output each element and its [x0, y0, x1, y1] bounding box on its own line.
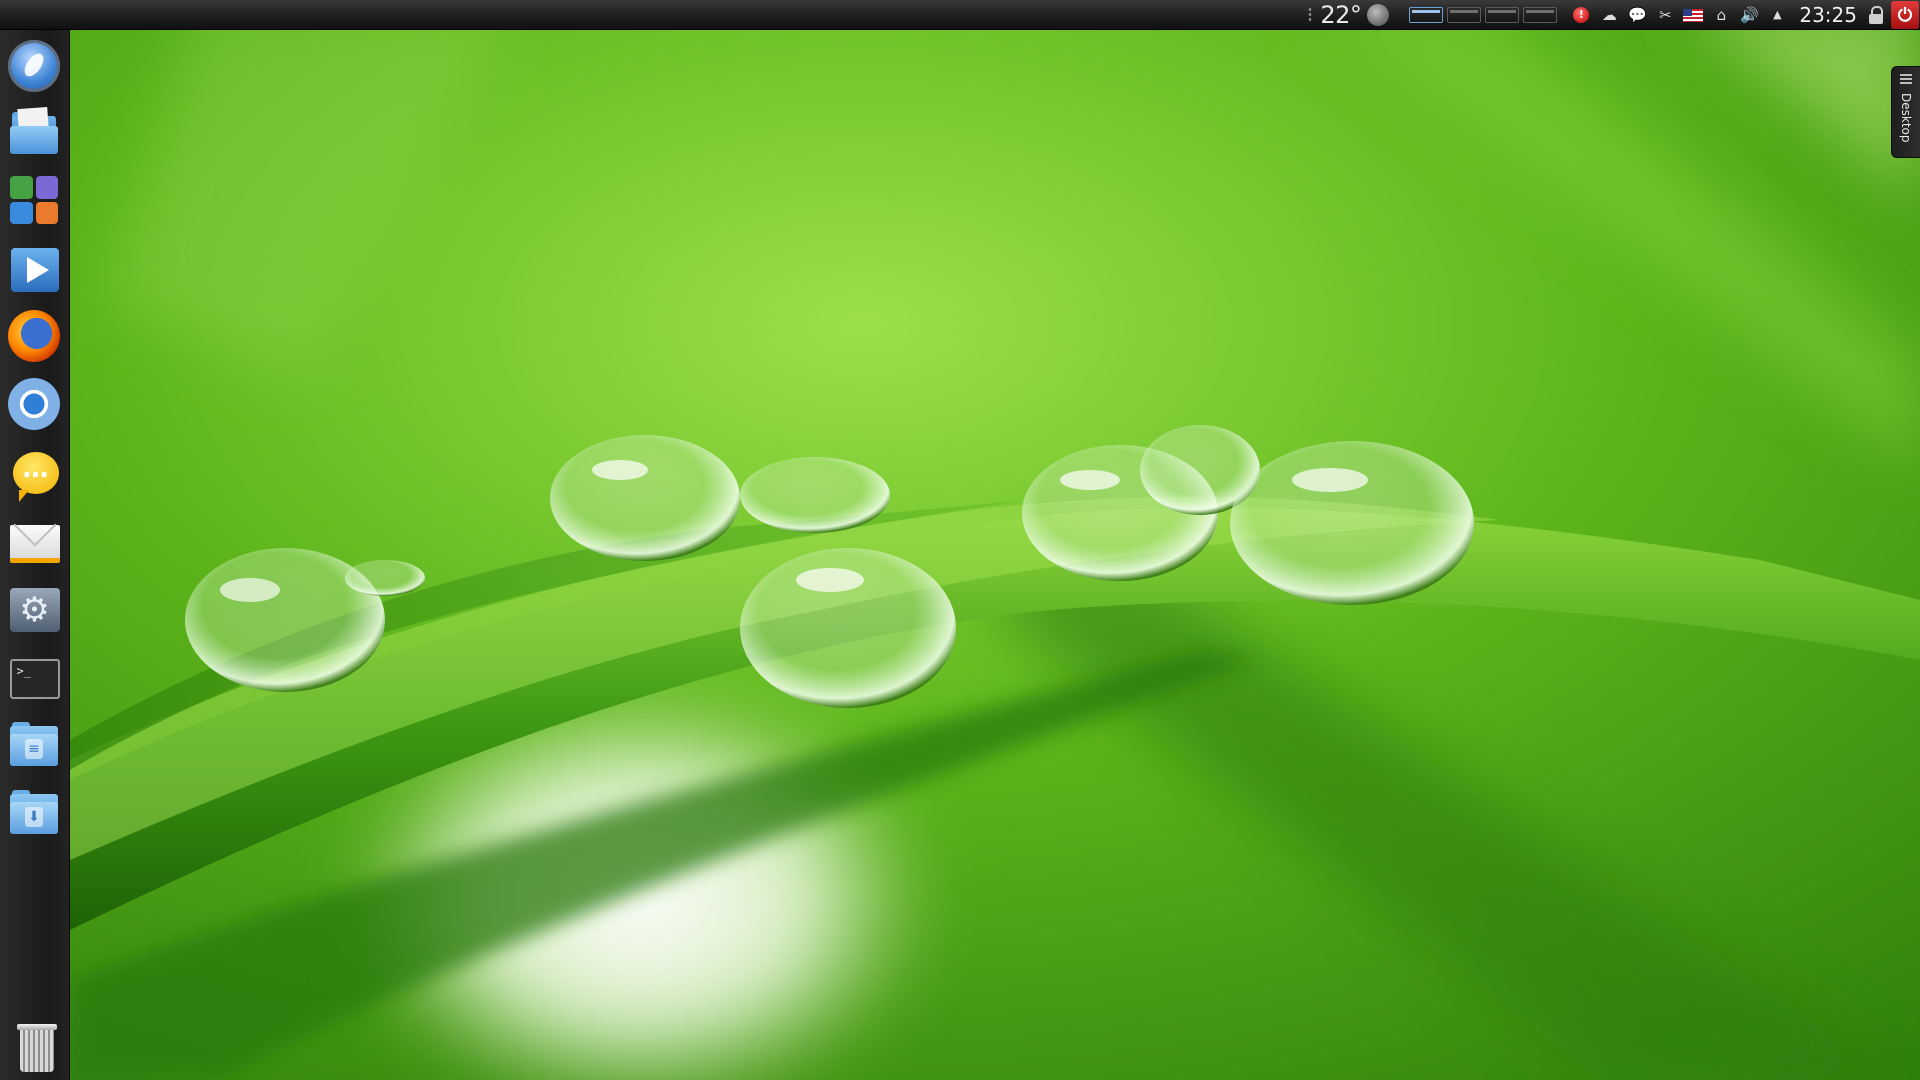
alert-icon[interactable]: !: [1571, 5, 1591, 25]
firefox-icon: [8, 310, 60, 362]
toolbox-menu-icon: [1900, 74, 1912, 84]
documents-folder-icon: ≡: [8, 718, 60, 770]
power-icon: ⏻: [1897, 4, 1913, 26]
documents-folder-launcher[interactable]: ≡: [6, 716, 62, 772]
power-button[interactable]: ⏻: [1891, 1, 1919, 29]
firefox-launcher[interactable]: [6, 308, 62, 364]
top-panel: 22° ! ☁ 💬 ✂ ⌂ 🔊 ▲ 23:25 ⏻: [0, 0, 1920, 30]
desktop-toolbox[interactable]: Desktop: [1891, 66, 1920, 158]
file-manager-icon: [8, 106, 60, 158]
system-settings-launcher[interactable]: [6, 580, 62, 636]
clock[interactable]: 23:25: [1799, 0, 1857, 30]
system-tray: ! ☁ 💬 ✂ ⌂ 🔊 ▲: [1571, 5, 1787, 25]
system-settings-icon: [9, 588, 60, 632]
moon-icon[interactable]: [1367, 4, 1390, 26]
weather-temperature[interactable]: 22°: [1320, 0, 1362, 30]
trash-icon: [17, 1023, 57, 1072]
us-flag-icon[interactable]: [1683, 5, 1704, 25]
kde-menu-icon: [8, 40, 60, 92]
lock-screen-icon[interactable]: [1867, 5, 1885, 25]
toolbox-label: Desktop: [1899, 93, 1913, 143]
volume-icon[interactable]: 🔊: [1739, 5, 1759, 25]
desktop-pager: [1409, 7, 1558, 23]
terminal-launcher[interactable]: [6, 648, 62, 704]
pager-desktop-2[interactable]: [1447, 7, 1482, 23]
trash-launcher[interactable]: [6, 1018, 62, 1074]
scissors-icon[interactable]: ✂: [1655, 5, 1675, 25]
cloud-icon[interactable]: ☁: [1599, 5, 1619, 25]
file-manager-launcher[interactable]: [6, 104, 62, 160]
pager-desktop-4[interactable]: [1523, 7, 1558, 23]
chromium-icon: [8, 378, 60, 430]
wallpaper: [0, 0, 1920, 1080]
downloads-folder-launcher[interactable]: ⬇: [6, 784, 62, 840]
chromium-launcher[interactable]: [6, 376, 62, 432]
downloads-folder-icon: ⬇: [8, 786, 60, 838]
network-icon[interactable]: ⌂: [1711, 5, 1731, 25]
terminal-icon: [9, 659, 60, 699]
mail-icon: [9, 524, 60, 563]
office-suite-icon: [8, 174, 60, 226]
desktop[interactable]: 22° ! ☁ 💬 ✂ ⌂ 🔊 ▲ 23:25 ⏻ … ⚙ >_ ≡ ⬇ Des…: [0, 0, 1920, 1080]
panel-grip-handle[interactable]: [1308, 7, 1313, 23]
chat-icon[interactable]: 💬: [1627, 5, 1647, 25]
office-suite-launcher[interactable]: [6, 172, 62, 228]
messenger-icon: [12, 452, 59, 502]
media-player-icon: [11, 248, 59, 292]
kde-menu-launcher[interactable]: [6, 38, 62, 94]
panel-right-section: 22° ! ☁ 💬 ✂ ⌂ 🔊 ▲ 23:25 ⏻: [1308, 0, 1920, 30]
pager-desktop-1[interactable]: [1409, 7, 1444, 23]
left-dock: ≡ ⬇: [0, 30, 70, 1080]
media-player-launcher[interactable]: [6, 240, 62, 296]
pager-desktop-3[interactable]: [1485, 7, 1520, 23]
expand-arrow-icon[interactable]: ▲: [1767, 5, 1787, 25]
messenger-launcher[interactable]: [6, 444, 62, 502]
mail-launcher[interactable]: [6, 512, 62, 568]
